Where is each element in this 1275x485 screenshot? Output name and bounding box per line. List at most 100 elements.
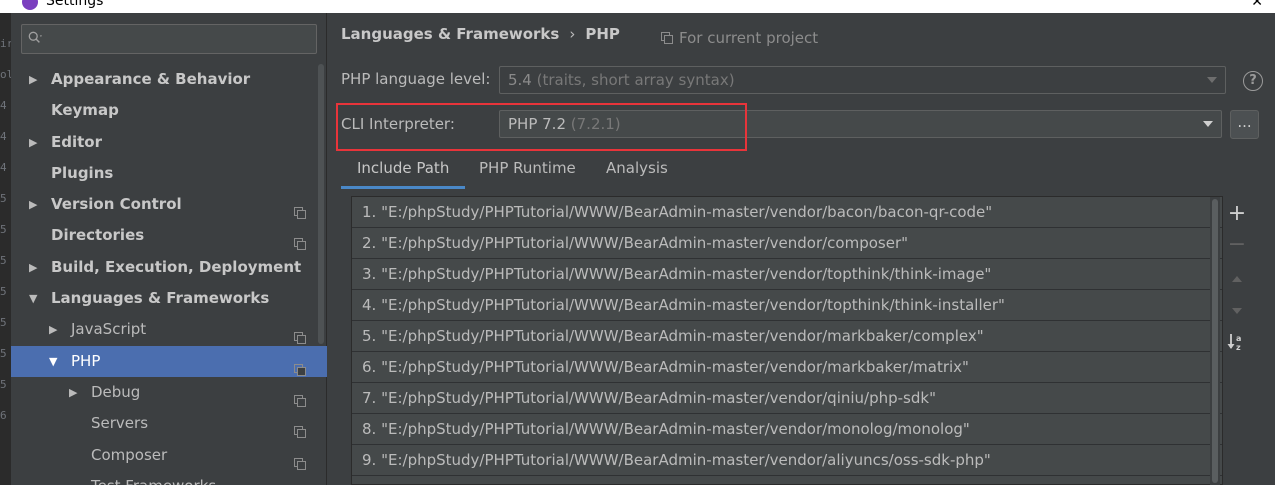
tab-php-runtime[interactable]: PHP Runtime xyxy=(463,153,592,189)
sidebar-item-label: Test Frameworks xyxy=(91,471,216,485)
language-level-value: 5.4 xyxy=(508,71,532,89)
sort-alphabetically-icon[interactable]: a z xyxy=(1225,330,1249,354)
window-title: Settings xyxy=(46,0,104,9)
language-level-hint: (traits, short array syntax) xyxy=(536,71,735,89)
list-scrollbar[interactable] xyxy=(1210,197,1220,485)
sidebar-item-directories[interactable]: Directories xyxy=(11,220,327,251)
gutter-line-number: 4 xyxy=(0,161,7,174)
browse-interpreter-button[interactable]: ... xyxy=(1230,110,1259,139)
breadcrumb-parent[interactable]: Languages & Frameworks xyxy=(341,25,559,43)
app-logo-icon xyxy=(22,0,38,10)
sidebar-item-appearance-behavior[interactable]: ▶ Appearance & Behavior xyxy=(11,64,327,95)
project-scope-icon xyxy=(294,387,306,407)
editor-gutter: ir ol 4 4 4 5 5 5 5 5 5 5 6 xyxy=(0,13,11,485)
language-level-select[interactable]: 5.4 (traits, short array syntax) xyxy=(499,66,1226,94)
svg-text:z: z xyxy=(1236,343,1241,352)
cli-interpreter-version: (7.2.1) xyxy=(570,115,621,133)
gutter-line-number: 5 xyxy=(0,192,7,205)
chevron-down-icon xyxy=(1207,77,1217,83)
project-scope-icon xyxy=(294,418,306,439)
expanded-arrow-icon[interactable]: ▼ xyxy=(49,346,63,377)
collapsed-arrow-icon[interactable]: ▶ xyxy=(29,127,43,158)
sidebar-item-label: Appearance & Behavior xyxy=(51,70,251,88)
sidebar-item-php[interactable]: ▼ PHP xyxy=(11,345,327,377)
list-item[interactable] xyxy=(352,476,1222,484)
sidebar-item-languages-frameworks[interactable]: ▼ Languages & Frameworks xyxy=(11,283,327,314)
sidebar-item-composer[interactable]: Composer xyxy=(11,440,327,471)
gutter-line-number: 4 xyxy=(0,130,7,143)
collapsed-arrow-icon[interactable]: ▶ xyxy=(49,314,63,345)
tab-include-path[interactable]: Include Path xyxy=(341,153,466,189)
sidebar-item-label: Servers xyxy=(91,414,149,433)
sidebar-item-label: JavaScript xyxy=(71,320,147,339)
project-scope-icon xyxy=(294,199,306,220)
sidebar-item-label: Version Control xyxy=(51,195,182,214)
gutter-line-number: ol xyxy=(0,68,11,81)
close-icon[interactable]: ✕ xyxy=(1251,0,1263,10)
list-item[interactable]: 8. "E:/phpStudy/PHPTutorial/WWW/BearAdmi… xyxy=(352,414,1222,445)
search-icon xyxy=(28,31,42,43)
list-item[interactable]: 2. "E:/phpStudy/PHPTutorial/WWW/BearAdmi… xyxy=(352,228,1222,259)
sidebar-item-label: PHP xyxy=(71,351,101,370)
sidebar-item-label: Editor xyxy=(51,132,102,151)
move-up-icon[interactable] xyxy=(1225,267,1249,291)
help-icon[interactable]: ? xyxy=(1243,71,1263,91)
list-item[interactable]: 5. "E:/phpStudy/PHPTutorial/WWW/BearAdmi… xyxy=(352,321,1222,352)
settings-content: Languages & Frameworks › PHP For current p… xyxy=(327,13,1275,485)
sidebar-item-version-control[interactable]: ▶ Version Control xyxy=(11,189,327,220)
sidebar-scrollbar[interactable] xyxy=(317,64,325,344)
window-titlebar: Settings ✕ xyxy=(0,0,1275,13)
sidebar-item-editor[interactable]: ▶ Editor xyxy=(11,127,327,158)
gutter-line-number: 5 xyxy=(0,223,7,236)
settings-tree: ▶ Appearance & Behavior Keymap ▶ Editor Plugi… xyxy=(11,64,327,485)
project-scope-icon xyxy=(294,324,306,345)
gutter-line-number: 5 xyxy=(0,285,7,298)
sidebar-item-test-frameworks[interactable]: Test Frameworks xyxy=(11,471,327,485)
list-item[interactable]: 3. "E:/phpStudy/PHPTutorial/WWW/BearAdmi… xyxy=(352,259,1222,290)
sidebar-item-plugins[interactable]: Plugins xyxy=(11,158,327,189)
list-item[interactable]: 1. "E:/phpStudy/PHPTutorial/WWW/BearAdmi… xyxy=(352,197,1222,228)
sidebar-item-javascript[interactable]: ▶ JavaScript xyxy=(11,314,327,345)
sidebar-item-build-execution-deployment[interactable]: ▶ Build, Execution, Deployment xyxy=(11,252,327,283)
include-path-list[interactable]: 1. "E:/phpStudy/PHPTutorial/WWW/BearAdmi… xyxy=(351,196,1223,485)
add-path-icon[interactable]: + xyxy=(1225,203,1249,227)
cli-interpreter-label: CLI Interpreter: xyxy=(341,115,455,133)
sidebar-item-label: Directories xyxy=(51,226,145,245)
sidebar-item-debug[interactable]: ▶ Debug xyxy=(11,377,327,408)
remove-path-icon[interactable]: − xyxy=(1225,234,1249,258)
list-item[interactable]: 6. "E:/phpStudy/PHPTutorial/WWW/BearAdmi… xyxy=(352,352,1222,383)
sidebar-item-label: Plugins xyxy=(51,163,114,182)
collapsed-arrow-icon[interactable]: ▶ xyxy=(29,252,43,283)
scope-label: For current project xyxy=(679,29,819,47)
gutter-line-number: 5 xyxy=(0,378,7,391)
gutter-line-number: 5 xyxy=(0,254,7,267)
chevron-down-icon xyxy=(1203,121,1213,127)
project-scope-icon xyxy=(661,32,673,44)
sidebar-item-label: Languages & Frameworks xyxy=(51,289,270,308)
sidebar-item-keymap[interactable]: Keymap xyxy=(11,95,327,126)
project-scope-icon xyxy=(294,356,306,376)
sidebar-item-label: Build, Execution, Deployment xyxy=(51,257,302,276)
cli-interpreter-value: PHP 7.2 xyxy=(508,115,566,133)
collapsed-arrow-icon[interactable]: ▶ xyxy=(29,189,43,220)
sidebar-item-label: Composer xyxy=(91,445,168,464)
search-input[interactable] xyxy=(21,24,317,54)
expanded-arrow-icon[interactable]: ▼ xyxy=(29,283,43,314)
list-item[interactable]: 7. "E:/phpStudy/PHPTutorial/WWW/BearAdmi… xyxy=(352,383,1222,414)
sidebar-item-label: Keymap xyxy=(51,101,119,120)
breadcrumb-current: PHP xyxy=(585,25,620,43)
collapsed-arrow-icon[interactable]: ▶ xyxy=(29,64,43,95)
tab-analysis[interactable]: Analysis xyxy=(590,153,684,189)
cli-interpreter-select[interactable]: PHP 7.2 (7.2.1) xyxy=(499,110,1222,138)
gutter-line-number: 5 xyxy=(0,347,7,360)
move-down-icon[interactable] xyxy=(1225,299,1249,323)
list-item[interactable]: 9. "E:/phpStudy/PHPTutorial/WWW/BearAdmi… xyxy=(352,445,1222,476)
settings-sidebar: ▶ Appearance & Behavior Keymap ▶ Editor Plugi… xyxy=(11,13,327,485)
gutter-line-number: 5 xyxy=(0,316,7,329)
project-scope-icon xyxy=(294,481,306,485)
list-item[interactable]: 4. "E:/phpStudy/PHPTutorial/WWW/BearAdmi… xyxy=(352,290,1222,321)
svg-text:a: a xyxy=(1236,334,1241,343)
collapsed-arrow-icon[interactable]: ▶ xyxy=(69,377,83,408)
project-scope-icon xyxy=(294,230,306,251)
sidebar-item-servers[interactable]: Servers xyxy=(11,408,327,439)
